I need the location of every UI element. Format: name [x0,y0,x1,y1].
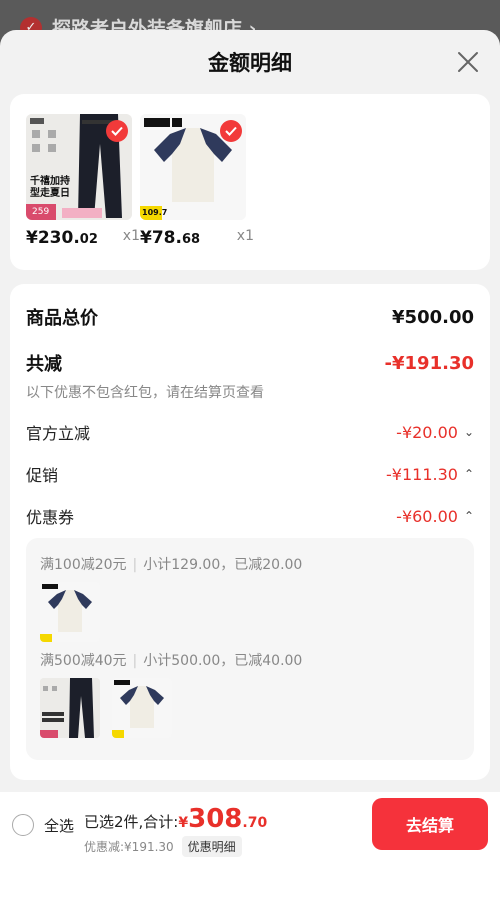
amount-detail-sheet: 金额明细 千禧加持 型走夏日 259 ¥230. 02 x1 109.7 ¥78… [0,30,500,898]
official-discount-value: -¥20.00 [396,422,458,442]
coupon-line: 满100减20元 | 小计129.00，已减20.00 [40,557,303,573]
coupon-value: -¥60.00 [396,506,458,526]
discount-summary: 优惠减:¥191.30 [84,840,174,854]
total-amount-dec: .70 [242,815,268,831]
total-label: 商品总价 [26,308,98,329]
discount-label: 共减 [26,354,62,375]
thumb-text-1: 千禧加持 [30,176,70,187]
product-price-dec: 02 [79,232,98,247]
total-amount-int: 308 [188,804,243,834]
coupon-product-thumb [40,582,100,642]
products-card: 千禧加持 型走夏日 259 ¥230. 02 x1 109.7 ¥78. 68 … [10,94,490,270]
select-all-label: 全选 [44,816,75,835]
discount-row: 共减 -¥191.30 [26,350,474,376]
order-summary: 已选2件,合计: ¥ 308 .70 优惠减:¥191.30 优惠明细 [84,804,267,857]
select-all-radio[interactable] [12,814,34,836]
amount-details-card: 商品总价 ¥500.00 共减 -¥191.30 以下优惠不包含红包，请在结算页… [10,284,490,780]
product-price-row: ¥78. 68 x1 [140,228,260,248]
sheet-title: 金额明细 [208,51,292,75]
product-thumbnail: 千禧加持 型走夏日 259 [26,114,132,220]
product-quantity: x1 [236,228,254,244]
summary-text: 已选2件,合计: [84,813,179,831]
discount-detail-button[interactable]: 优惠明细 [181,836,242,857]
thumb-price-badge: 259 [32,207,50,217]
pants-image [40,678,100,738]
checkout-button[interactable]: 去结算 [372,798,488,850]
total-currency: ¥ [178,815,189,831]
official-discount-label: 官方立减 [26,424,91,443]
product-item-tshirt[interactable]: 109.7 ¥78. 68 x1 [140,114,260,248]
coupon-subtotal: 小计129.00，已减20.00 [143,557,303,573]
discount-note: 以下优惠不包含红包，请在结算页查看 [26,385,264,401]
product-quantity: x1 [122,228,140,244]
sheet-header: 金额明细 [0,30,500,94]
promotion-row[interactable]: 促销 -¥111.30 ⌃ [26,462,474,486]
thumb-price-badge: 109.7 [142,208,168,217]
tshirt-image [40,582,100,642]
select-all-toggle[interactable]: 全选 [12,814,74,836]
product-price-dec: 68 [181,232,201,247]
chevron-down-icon: ⌄ [463,425,474,439]
product-price-int: ¥230. [26,228,80,248]
coupon-row[interactable]: 优惠券 -¥60.00 ⌃ [26,504,474,528]
coupon-label: 优惠券 [26,508,75,527]
product-item-pants[interactable]: 千禧加持 型走夏日 259 ¥230. 02 x1 [26,114,146,248]
product-thumbnail: 109.7 [140,114,246,220]
checkout-bar: 全选 已选2件,合计: ¥ 308 .70 优惠减:¥191.30 优惠明细 去… [0,792,500,898]
close-button[interactable] [456,50,480,74]
selected-check-icon[interactable] [106,120,128,142]
official-discount-row[interactable]: 官方立减 -¥20.00 ⌄ [26,420,474,444]
total-row: 商品总价 ¥500.00 [26,304,474,330]
chevron-up-icon: ⌃ [463,467,474,481]
coupon-rule: 满100减20元 [40,557,127,573]
product-price-row: ¥230. 02 x1 [26,228,146,248]
chevron-up-icon: ⌃ [463,509,474,523]
coupon-product-thumb [40,678,100,738]
promotion-value: -¥111.30 [386,464,458,484]
close-icon [458,52,478,72]
selected-check-icon[interactable] [220,120,242,142]
tshirt-image [112,678,172,738]
product-price-int: ¥78. [140,228,182,248]
coupon-product-thumb [112,678,172,738]
discount-value: -¥191.30 [384,352,474,374]
coupon-rule: 满500减40元 [40,653,127,669]
promotion-label: 促销 [26,466,59,485]
coupon-subtotal: 小计500.00，已减40.00 [143,653,303,669]
total-value: ¥500.00 [392,306,474,328]
coupon-breakdown-box: 满100减20元 | 小计129.00，已减20.00 满500减40元 | 小计500… [26,538,474,760]
thumb-text-2: 型走夏日 [30,188,70,199]
coupon-line: 满500减40元 | 小计500.00，已减40.00 [40,653,303,669]
